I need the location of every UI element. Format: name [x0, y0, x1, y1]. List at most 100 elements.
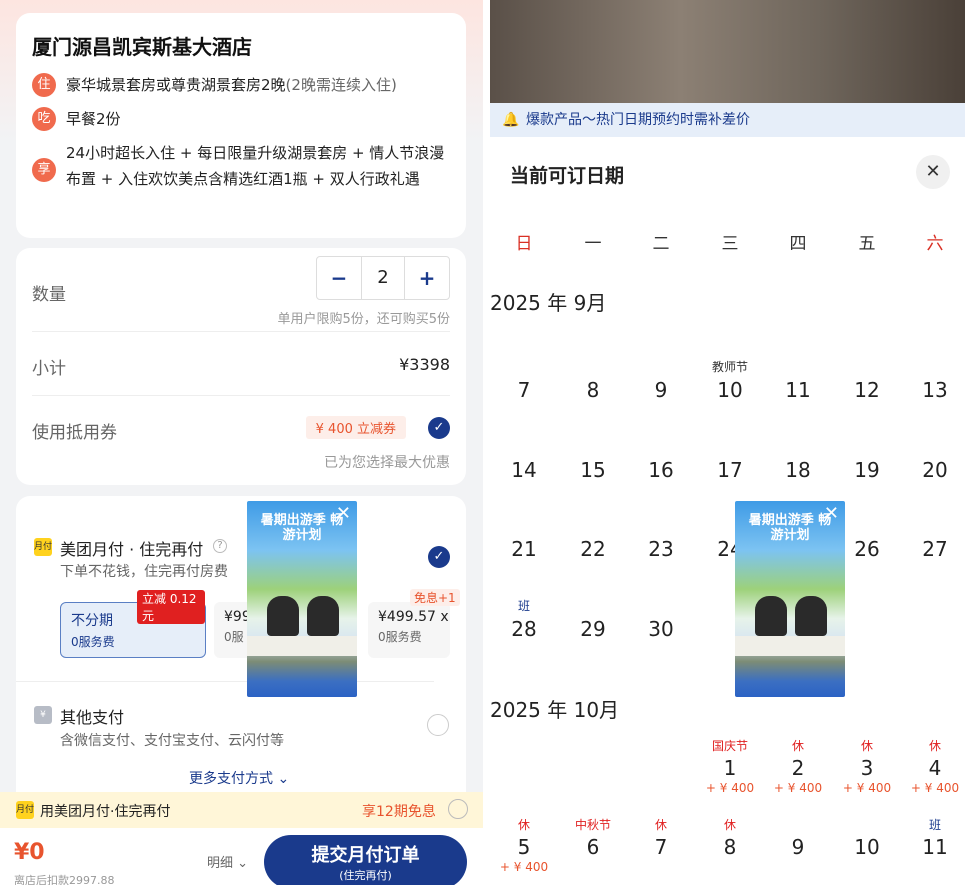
calendar-day[interactable]: 5 [490, 835, 558, 859]
calendar-panel: 🔔 爆款产品～热门日期预约时需补差价 当前可订日期 ✕ 日 一 二 三 四 五 六 2025 … [490, 0, 965, 885]
calendar-day[interactable]: 30 [627, 617, 695, 641]
plan-interest-free-badge: 免息+1 [410, 589, 460, 606]
coupon-note: 已为您选择最大优惠 [324, 455, 450, 471]
monthly-pay-icon: 月付 [34, 538, 52, 556]
calendar-day[interactable]: 20 [901, 458, 965, 482]
weekday-label: 六 [926, 234, 944, 254]
day-tag: 休 [517, 818, 530, 832]
coupon-row[interactable]: 使用抵用券 ¥ 400 立减券 ✓ 已为您选择最大优惠 [32, 396, 450, 484]
bell-icon: 🔔 [502, 112, 520, 128]
promo-text: 用美团月付·住完再付 [40, 804, 171, 820]
deduct-after: 离店后扣款2997.88 [14, 874, 115, 885]
ad-close-icon[interactable]: ✕ [336, 503, 351, 524]
quantity-minus-button[interactable]: − [317, 257, 361, 299]
day-tag: 休 [860, 739, 873, 753]
close-icon[interactable]: ✕ [916, 155, 950, 189]
calendar-day[interactable]: 19 [833, 458, 901, 482]
calendar-day[interactable]: 11 [901, 835, 965, 859]
calendar-day[interactable]: 8 [559, 378, 627, 402]
day-tag: 休 [791, 739, 804, 753]
ad-desk [247, 636, 357, 656]
package-item-eat: 吃 早餐2份 [32, 106, 450, 132]
total-price: ¥0 [14, 840, 45, 865]
calendar-day[interactable]: 18 [764, 458, 832, 482]
calendar-day[interactable]: 12 [833, 378, 901, 402]
calendar-day[interactable]: 16 [627, 458, 695, 482]
other-pay-title: 其他支付 [60, 708, 125, 727]
calendar-day[interactable]: 6 [559, 835, 627, 859]
calendar-day[interactable]: 15 [559, 458, 627, 482]
floating-ad[interactable]: 暑期出游季 畅游计划 ✕ [247, 501, 357, 697]
notice-text: 爆款产品～热门日期预约时需补差价 [526, 112, 750, 128]
calendar-day[interactable]: 21 [490, 537, 558, 561]
calendar-day[interactable]: 10 [833, 835, 901, 859]
quantity-limit: 单用户限购5份，还可购买5份 [277, 312, 450, 327]
promo-right: 享12期免息 [362, 804, 436, 820]
weekday-label: 二 [652, 234, 670, 254]
calendar-day[interactable]: 11 [764, 378, 832, 402]
calendar-day[interactable]: 4 [901, 756, 965, 780]
calendar-day[interactable]: 8 [696, 835, 764, 859]
day-tag: 国庆节 [711, 739, 748, 753]
calendar-day[interactable]: 3 [833, 756, 901, 780]
submit-sub: (住完再付) [339, 869, 392, 882]
coupon-label: 使用抵用券 [32, 423, 117, 443]
calendar-day[interactable]: 7 [627, 835, 695, 859]
calendar-day[interactable]: 2 [764, 756, 832, 780]
weekday-label: 日 [515, 234, 533, 254]
enjoy-text: 24小时超长入住 + 每日限量升级湖景套房 + 情人节浪漫布置 + 入住欢饮美点… [66, 144, 445, 188]
calendar-day[interactable]: 7 [490, 378, 558, 402]
calendar-day[interactable]: 29 [559, 617, 627, 641]
calendar-day[interactable]: 27 [901, 537, 965, 561]
month-label: 2025 年 9月 [490, 291, 607, 315]
help-icon[interactable]: ? [213, 539, 227, 553]
plan-installment-12[interactable]: 免息+1 ¥499.57 x 0服务费 [368, 589, 460, 658]
promo-radio[interactable] [448, 799, 468, 819]
calendar-day[interactable]: 14 [490, 458, 558, 482]
ad-person-right [795, 596, 827, 636]
calendar-day[interactable]: 10 [696, 378, 764, 402]
other-pay-radio[interactable] [427, 714, 449, 736]
weekday-label: 三 [721, 234, 739, 254]
package-item-stay: 住 豪华城景套房或尊贵湖景套房2晚(2晚需连续入住) [32, 72, 450, 98]
calendar-title: 当前可订日期 [510, 165, 625, 187]
quantity-value: 2 [361, 257, 405, 299]
calendar-day[interactable]: 17 [696, 458, 764, 482]
day-price: + ¥ 400 [910, 781, 960, 795]
coupon-check-icon[interactable]: ✓ [428, 417, 450, 439]
calendar-day[interactable]: 22 [559, 537, 627, 561]
plan-title: ¥499.57 x [378, 609, 449, 625]
day-tag: 班 [928, 818, 941, 832]
subtotal-label: 小计 [32, 359, 66, 379]
more-payment-link[interactable]: 更多支付方式 ⌄ [189, 768, 289, 788]
quantity-label: 数量 [32, 285, 66, 305]
order-card: 数量 − 2 + 单用户限购5份，还可购买5份 小计 ¥3398 使用抵用券 ¥… [16, 248, 466, 485]
submit-order-button[interactable]: 提交月付订单 (住完再付) [264, 835, 467, 885]
day-tag: 教师节 [711, 360, 748, 374]
detail-link[interactable]: 明细 ⌄ [207, 852, 248, 871]
floating-ad[interactable]: 暑期出游季 畅游计划 ✕ [735, 501, 845, 697]
day-price: + ¥ 400 [842, 781, 892, 795]
monthly-promo-bar[interactable]: 月付 用美团月付·住完再付 享12期免息 [0, 792, 483, 828]
weekday-label: 四 [789, 234, 807, 254]
eat-badge: 吃 [32, 107, 56, 131]
ad-person-left [267, 596, 299, 636]
calendar-day[interactable]: 9 [764, 835, 832, 859]
ad-headline: 暑期出游季 畅游计划 [260, 513, 344, 543]
day-tag: 休 [928, 739, 941, 753]
quantity-row: 数量 − 2 + 单用户限购5份，还可购买5份 [32, 248, 450, 332]
calendar-day[interactable]: 23 [627, 537, 695, 561]
package-item-enjoy: 享 24小时超长入住 + 每日限量升级湖景套房 + 情人节浪漫布置 + 入住欢饮… [32, 140, 450, 192]
calendar-day[interactable]: 1 [696, 756, 764, 780]
ad-person-right [307, 596, 339, 636]
day-tag: 班 [517, 599, 530, 613]
day-price: + ¥ 400 [499, 860, 549, 874]
calendar-day[interactable]: 13 [901, 378, 965, 402]
plan-no-installment[interactable]: 立减 0.12 元 不分期 0服务费 [60, 590, 206, 658]
coupon-tag: ¥ 400 立减券 [305, 416, 406, 439]
calendar-day[interactable]: 28 [490, 617, 558, 641]
calendar-day[interactable]: 9 [627, 378, 695, 402]
monthly-pay-selected-icon[interactable]: ✓ [428, 546, 450, 568]
quantity-plus-button[interactable]: + [405, 257, 449, 299]
ad-close-icon[interactable]: ✕ [824, 503, 839, 524]
